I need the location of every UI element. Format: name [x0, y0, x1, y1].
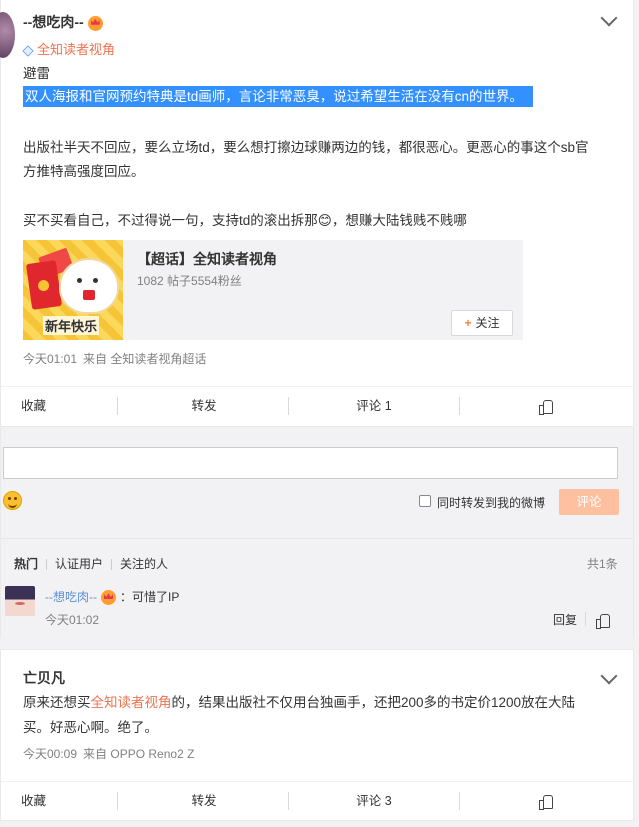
- post-time[interactable]: 今天00:09: [23, 747, 77, 761]
- tab-following[interactable]: 关注的人: [120, 555, 168, 572]
- post-time[interactable]: 今天01:01: [23, 352, 77, 366]
- supertopic-tag[interactable]: 全知读者视角: [22, 39, 115, 58]
- supertopic-label[interactable]: 全知读者视角: [37, 42, 115, 57]
- comment-filter-tabs: 热门 认证用户 关注的人: [14, 555, 168, 572]
- post-author[interactable]: --想吃肉--: [23, 12, 103, 32]
- tab-hot[interactable]: 热门: [14, 555, 38, 572]
- selected-text: 双人海报和官网预约特典是td画师，言论非常恶臭，说过希望生活在没有cn的世界。: [23, 86, 534, 107]
- emoji-icon[interactable]: [3, 491, 22, 510]
- tab-verified[interactable]: 认证用户: [55, 555, 103, 572]
- post-text-highlighted: 双人海报和官网预约特典是td画师，言论非常恶臭，说过希望生活在没有cn的世界。: [23, 86, 534, 107]
- action-bar: 收藏 转发 评论 3: [1, 781, 633, 819]
- text-segment: 原来还想买: [23, 695, 91, 710]
- diamond-icon: [22, 44, 34, 57]
- post-text-line: 买。好恶心啊。绝了。: [23, 720, 158, 735]
- forward-label[interactable]: 同时转发到我的微博: [437, 494, 545, 511]
- post-text-line: 出版社半天不回应，要么立场td，要么想打擦边球赚两边的钱，都很恶心。更恶心的事这…: [23, 140, 589, 155]
- comment-count: 共1条: [587, 557, 618, 571]
- thumbs-up-icon: [596, 614, 610, 630]
- plus-icon: +: [464, 316, 472, 330]
- post-meta: 今天01:01 来自 全知读者视角超话: [23, 350, 206, 367]
- red-envelope-icon: [25, 260, 63, 310]
- divider: [111, 559, 113, 571]
- post-source[interactable]: 来自 全知读者视角超话: [83, 352, 206, 366]
- comment-avatar[interactable]: [5, 586, 35, 616]
- like-button[interactable]: [466, 782, 624, 820]
- supertopic-card[interactable]: 新年快乐 【超话】全知读者视角 1082 帖子5554粉丝 + 关注: [23, 240, 523, 340]
- comment-text: ：可惜了IP: [120, 590, 180, 604]
- comment-item: --想吃肉-- ：可惜了IP: [45, 588, 180, 606]
- post-source: 来自 OPPO Reno2 Z: [83, 747, 195, 761]
- comment-author[interactable]: --想吃肉--: [45, 590, 97, 604]
- post-meta: 今天00:09 来自 OPPO Reno2 Z: [23, 745, 194, 762]
- action-bar: 收藏 转发 评论 1: [1, 386, 633, 424]
- text-segment: 的，结果出版社不仅用台独画手，还把200多的书定价1200放在大陆: [171, 695, 576, 710]
- divider: [459, 397, 460, 415]
- chevron-down-icon[interactable]: [600, 667, 618, 685]
- reply-button[interactable]: 回复: [553, 611, 577, 628]
- divider: [459, 792, 460, 810]
- divider: [1, 538, 633, 539]
- post-card: --想吃肉-- 全知读者视角 避雷 双人海报和官网预约特典是td画师，言论非常恶…: [0, 0, 634, 427]
- avatar[interactable]: [0, 12, 15, 58]
- divider: [585, 612, 586, 626]
- member-crown-icon: [87, 15, 103, 31]
- comment-button[interactable]: 评论 3: [295, 782, 453, 820]
- post-text-line: 避雷: [23, 66, 50, 81]
- divider: [288, 792, 289, 810]
- post-text-line: 原来还想买全知读者视角的，结果出版社不仅用台独画手，还把200多的书定价1200…: [23, 694, 575, 712]
- thumbnail-caption: 新年快乐: [43, 316, 100, 335]
- supertopic-title[interactable]: 【超话】全知读者视角: [137, 249, 277, 269]
- thumbs-up-icon: [538, 795, 553, 811]
- supertopic-thumbnail[interactable]: 新年快乐: [23, 240, 123, 340]
- comment-panel: 同时转发到我的微博 评论 热门 认证用户 关注的人 共1条 --想吃肉-- ：可惜了I…: [0, 428, 634, 638]
- post-text-line: 买不买看自己，不过得说一句，支持td的滚出拆那😊，想赚大陆钱贱不贱哪: [23, 213, 467, 228]
- divider: [288, 397, 289, 415]
- member-crown-icon: [101, 590, 116, 606]
- post-card: 亡贝凡 原来还想买全知读者视角的，结果出版社不仅用台独画手，还把200多的书定价…: [0, 649, 634, 821]
- mascot-icon: [61, 260, 117, 312]
- like-button[interactable]: [466, 387, 624, 425]
- supertopic-stats: 1082 帖子5554粉丝: [137, 274, 242, 288]
- comment-input[interactable]: [3, 447, 618, 479]
- post-text-line: 方推特高强度回应。: [23, 164, 145, 179]
- comment-like-button[interactable]: [596, 612, 610, 630]
- comment-button[interactable]: 评论 1: [295, 387, 453, 425]
- submit-comment-button[interactable]: 评论: [559, 489, 619, 515]
- divider: [46, 559, 48, 571]
- post-author-name[interactable]: 亡贝凡: [23, 668, 65, 688]
- follow-label: 关注: [475, 316, 500, 330]
- divider: [117, 397, 118, 415]
- repost-button[interactable]: 转发: [125, 387, 283, 425]
- follow-button[interactable]: + 关注: [451, 310, 513, 336]
- comment-time: 今天01:02: [45, 613, 100, 627]
- forward-checkbox[interactable]: [419, 495, 431, 507]
- supertopic-link[interactable]: 全知读者视角: [91, 695, 172, 710]
- chevron-down-icon[interactable]: [600, 9, 618, 27]
- thumbs-up-icon: [538, 400, 553, 416]
- repost-button[interactable]: 转发: [125, 782, 283, 820]
- divider: [117, 792, 118, 810]
- post-author-name[interactable]: --想吃肉--: [23, 14, 84, 30]
